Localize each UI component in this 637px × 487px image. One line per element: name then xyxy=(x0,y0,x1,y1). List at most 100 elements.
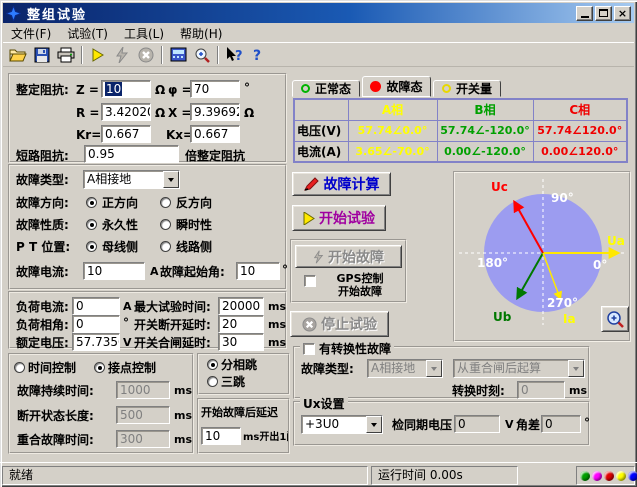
print-button[interactable] xyxy=(54,44,78,66)
delay-title: 开始故障后延迟 xyxy=(201,406,278,420)
table-cell xyxy=(294,99,348,120)
phasor-label-270: 270° xyxy=(547,297,578,309)
table-cell: B相 xyxy=(437,99,533,120)
statusbar: 就绪 运行时间 0.00s xyxy=(0,462,637,487)
gps-control-label: GPS控制 开始故障 xyxy=(322,272,398,298)
dir-forward-label: 正方向 xyxy=(102,196,138,210)
z-unit: Ω xyxy=(155,83,165,97)
phasor-zoom-button[interactable] xyxy=(601,306,629,332)
start-fault-group: 开始故障 GPS控制 开始故障 xyxy=(290,239,407,303)
rated-voltage-unit: V xyxy=(123,336,132,349)
chevron-down-icon xyxy=(168,178,174,185)
nature-transient-radio[interactable] xyxy=(160,219,171,230)
short-circuit-input[interactable]: 0.95 xyxy=(84,145,179,163)
x-input[interactable]: 9.39692 xyxy=(190,103,240,121)
load-current-input[interactable]: 0 xyxy=(72,297,120,315)
nature-permanent-label: 永久性 xyxy=(102,218,138,232)
pt-bus-radio[interactable] xyxy=(86,241,97,252)
max-time-unit: ms xyxy=(268,300,286,313)
status-led-blue xyxy=(628,471,637,481)
menu-tools[interactable]: 工具(L) xyxy=(116,24,172,43)
tab-switch-state[interactable]: 开关量 xyxy=(433,80,501,97)
tab-fault-state[interactable]: 故障态 xyxy=(362,76,431,97)
fault-calc-button[interactable]: 故障计算 xyxy=(292,172,391,196)
normal-state-icon xyxy=(301,84,310,93)
dir-reverse-radio[interactable] xyxy=(160,197,171,208)
fault-current-input[interactable]: 10 xyxy=(83,262,145,280)
magnifier-icon xyxy=(606,310,624,328)
start-test-button[interactable]: 开始试验 xyxy=(292,205,386,231)
dropdown-button[interactable] xyxy=(366,416,382,433)
rated-voltage-input[interactable]: 57.7350 xyxy=(72,333,120,351)
r-input[interactable]: 3.42020 xyxy=(101,103,151,121)
delay-suffix: ms开出1闭合 xyxy=(243,431,290,445)
close-delay-input[interactable]: 30 xyxy=(218,333,264,351)
open-delay-label: 开关断开延时: xyxy=(134,318,211,332)
dropdown-button[interactable] xyxy=(163,171,179,188)
gps-control-checkbox[interactable] xyxy=(304,275,316,287)
z-input[interactable]: 10 xyxy=(101,80,151,98)
fault-nature-label: 故障性质: xyxy=(16,218,69,232)
toolbar-separator xyxy=(161,46,163,64)
fault-type-select[interactable]: A相接地 xyxy=(83,170,180,189)
calculator-button[interactable] xyxy=(166,44,190,66)
menu-help[interactable]: 帮助(H) xyxy=(172,24,230,43)
help-button[interactable]: ? xyxy=(246,44,270,66)
load-angle-input[interactable]: 0 xyxy=(72,315,120,333)
nature-permanent-radio[interactable] xyxy=(86,219,97,230)
menu-test[interactable]: 试验(T) xyxy=(59,24,116,43)
three-trip-radio[interactable] xyxy=(207,376,218,387)
close-delay-unit: ms xyxy=(268,336,286,349)
save-button[interactable] xyxy=(30,44,54,66)
sync-voltage-input[interactable]: 0 xyxy=(454,415,500,433)
kx-input[interactable]: 0.667 xyxy=(190,125,240,143)
stop-icon xyxy=(138,47,154,63)
tab-normal-state[interactable]: 正常态 xyxy=(292,80,360,97)
transfer-mode-select: 从重合闸后起算 xyxy=(453,359,585,378)
phase-trip-radio[interactable] xyxy=(207,359,218,370)
r-unit: Ω xyxy=(155,106,165,120)
pt-line-radio[interactable] xyxy=(160,241,171,252)
close-button[interactable]: × xyxy=(614,6,631,21)
minimize-button[interactable] xyxy=(576,6,593,21)
z-label: Z = xyxy=(76,83,99,97)
dir-reverse-label: 反方向 xyxy=(176,196,212,210)
short-circuit-label: 短路阻抗: xyxy=(16,149,69,163)
transfer-fault-checkbox[interactable] xyxy=(303,343,315,355)
status-led-red xyxy=(604,471,614,481)
open-delay-unit: ms xyxy=(268,318,286,331)
sync-voltage-label: 检同期电压 xyxy=(392,418,452,432)
kr-input[interactable]: 0.667 xyxy=(101,125,151,143)
svg-text:?: ? xyxy=(253,48,261,63)
open-delay-input[interactable]: 20 xyxy=(218,315,264,333)
r-label: R = xyxy=(76,106,99,120)
menu-file[interactable]: 文件(F) xyxy=(3,24,59,43)
dir-forward-radio[interactable] xyxy=(86,197,97,208)
dropdown-button xyxy=(426,360,442,377)
ux-select[interactable]: +3U0 xyxy=(301,415,383,434)
open-button[interactable] xyxy=(6,44,30,66)
maximize-button[interactable] xyxy=(595,6,612,21)
close-delay-label: 开关合闸延时: xyxy=(134,336,211,350)
max-time-input[interactable]: 20000 xyxy=(218,297,264,315)
phi-input[interactable]: 70 xyxy=(190,80,240,98)
transfer-time-unit: ms xyxy=(569,384,587,397)
reclose-time-input: 300 xyxy=(116,430,170,448)
run-button[interactable] xyxy=(86,44,110,66)
transfer-type-select: A相接地 xyxy=(367,359,443,378)
print-icon xyxy=(57,47,75,63)
sync-voltage-unit: V xyxy=(505,418,514,431)
open-length-label: 断开状态长度: xyxy=(17,409,94,423)
dropdown-button xyxy=(568,360,584,377)
contact-control-radio[interactable] xyxy=(94,362,105,373)
table-cell: 电流(A) xyxy=(294,141,348,162)
transfer-time-input: 0 xyxy=(517,381,565,399)
angle-diff-input[interactable]: 0 xyxy=(541,415,581,433)
status-message: 就绪 xyxy=(2,466,368,485)
zoom-button[interactable] xyxy=(190,44,214,66)
context-help-icon: ? xyxy=(225,47,243,63)
context-help-button[interactable]: ? xyxy=(222,44,246,66)
time-control-radio[interactable] xyxy=(14,362,25,373)
fault-angle-input[interactable]: 10 xyxy=(236,262,280,280)
delay-input[interactable]: 10 xyxy=(201,427,241,445)
